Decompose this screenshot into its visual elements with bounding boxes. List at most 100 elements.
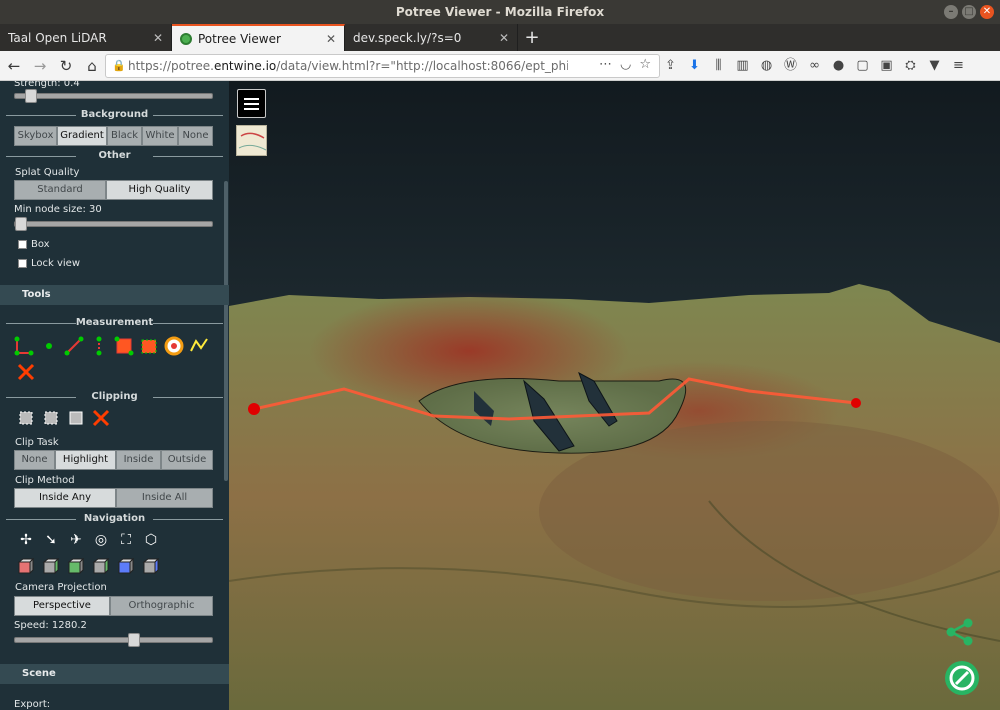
background-black-button[interactable]: Black: [107, 126, 142, 146]
clip-task-outside-button[interactable]: Outside: [161, 450, 213, 470]
orthographic-button[interactable]: Orthographic: [110, 596, 213, 616]
new-tab-button[interactable]: +: [518, 24, 546, 51]
orbit-controls-icon[interactable]: ◎: [91, 530, 111, 550]
clip-task-label: Clip Task: [15, 437, 59, 448]
box-checkbox[interactable]: Box: [18, 239, 50, 250]
back-view-icon[interactable]: [116, 557, 136, 577]
fly-controls-icon[interactable]: ➘: [41, 530, 61, 550]
volume-measure-icon[interactable]: [139, 336, 159, 356]
bookmark-star-icon[interactable]: ☆: [639, 57, 651, 72]
tab-taal-open-lidar[interactable]: Taal Open LiDAR ✕: [0, 24, 172, 51]
circle-measure-icon[interactable]: [164, 336, 184, 356]
reload-icon[interactable]: ↻: [54, 54, 78, 78]
selenium-icon[interactable]: ▣: [878, 54, 895, 78]
forward-icon[interactable]: →: [28, 54, 52, 78]
top-view-icon[interactable]: [66, 557, 86, 577]
clip-volume-icon[interactable]: [16, 408, 36, 428]
front-view-icon[interactable]: [41, 557, 61, 577]
sidebar-scrollbar[interactable]: [224, 181, 228, 481]
maximize-icon[interactable]: □: [962, 5, 976, 19]
sidebar-toggle-icon[interactable]: ▥: [734, 54, 751, 78]
filter-icon[interactable]: ▼: [926, 54, 943, 78]
background-skybox-button[interactable]: Skybox: [14, 126, 57, 146]
url-bar[interactable]: 🔒 https://potree.entwine.io/data/view.ht…: [105, 54, 660, 78]
clipping-tools: [16, 408, 111, 428]
tab-close-icon[interactable]: ✕: [499, 31, 509, 45]
clip-inside-any-button[interactable]: Inside Any: [14, 488, 116, 508]
library-icon[interactable]: ⫼: [710, 54, 727, 78]
tab-potree-viewer[interactable]: Potree Viewer ✕: [172, 24, 345, 51]
minimize-icon[interactable]: –: [944, 5, 958, 19]
point-measure-icon[interactable]: [39, 336, 59, 356]
view-presets: [16, 557, 161, 577]
lock-view-checkbox[interactable]: Lock view: [18, 258, 80, 269]
page-actions-icon[interactable]: ⋯: [599, 57, 612, 72]
tab-close-icon[interactable]: ✕: [153, 31, 163, 45]
speed-slider[interactable]: [14, 633, 213, 647]
remove-measurements-icon[interactable]: [16, 362, 36, 382]
background-none-button[interactable]: None: [178, 126, 213, 146]
clip-task-none-button[interactable]: None: [14, 450, 55, 470]
glasses-icon[interactable]: ∞: [806, 54, 823, 78]
angle-measure-icon[interactable]: [14, 336, 34, 356]
strength-slider[interactable]: [14, 89, 213, 103]
extension-icon[interactable]: ⛭: [902, 54, 919, 78]
clip-task-highlight-button[interactable]: Highlight: [55, 450, 116, 470]
splat-standard-button[interactable]: Standard: [14, 180, 106, 200]
tab-label: dev.speck.ly/?s=0: [353, 30, 462, 45]
back-icon[interactable]: ←: [2, 54, 26, 78]
potree-favicon-icon: [180, 32, 192, 45]
clip-task-inside-button[interactable]: Inside: [116, 450, 161, 470]
home-icon[interactable]: ⌂: [80, 54, 104, 78]
clip-polygon-icon[interactable]: [41, 408, 61, 428]
close-window-icon[interactable]: ✕: [980, 5, 994, 19]
account-icon[interactable]: ●: [830, 54, 847, 78]
upload-icon[interactable]: ⇪: [662, 54, 679, 78]
potree-logo-icon[interactable]: [943, 659, 981, 697]
hamburger-menu-icon[interactable]: ≡: [950, 54, 967, 78]
slider-handle[interactable]: [15, 217, 27, 231]
url-text: https://potree.entwine.io/data/view.html…: [128, 59, 568, 73]
earth-controls-icon[interactable]: ✢: [16, 530, 36, 550]
area-measure-icon[interactable]: [114, 336, 134, 356]
scene-panel-header[interactable]: Scene: [0, 664, 229, 684]
distance-measure-icon[interactable]: [64, 336, 84, 356]
map-toggle-icon[interactable]: [236, 125, 267, 156]
slider-handle[interactable]: [25, 89, 37, 103]
wordpress-icon[interactable]: Ⓦ: [782, 54, 799, 78]
globe-icon[interactable]: ◍: [758, 54, 775, 78]
navigation-cube-icon[interactable]: ⬡: [141, 530, 161, 550]
terrain-render[interactable]: [229, 81, 1000, 710]
remove-clipping-icon[interactable]: [91, 408, 111, 428]
pocket-icon[interactable]: ◡: [620, 57, 631, 72]
point-cloud-viewport[interactable]: [229, 81, 1000, 710]
screenshot-icon[interactable]: ▢: [854, 54, 871, 78]
splat-high-quality-button[interactable]: High Quality: [106, 180, 213, 200]
helicopter-controls-icon[interactable]: ✈: [66, 530, 86, 550]
min-node-size-label: Min node size: 30: [14, 204, 102, 215]
clip-screen-box-icon[interactable]: [66, 408, 86, 428]
background-white-button[interactable]: White: [142, 126, 178, 146]
measurement-tools: [14, 336, 209, 356]
height-measure-icon[interactable]: [89, 336, 109, 356]
download-icon[interactable]: ⬇: [686, 54, 703, 78]
perspective-button[interactable]: Perspective: [14, 596, 110, 616]
tab-close-icon[interactable]: ✕: [326, 32, 336, 46]
clip-inside-all-button[interactable]: Inside All: [116, 488, 213, 508]
bottom-view-icon[interactable]: [91, 557, 111, 577]
min-node-size-slider[interactable]: [14, 217, 213, 231]
left-view-icon[interactable]: [16, 557, 36, 577]
tools-panel-header[interactable]: Tools: [0, 285, 229, 305]
export-label: Export:: [14, 699, 51, 710]
checkbox-box[interactable]: [18, 259, 27, 268]
focus-icon[interactable]: ⛶: [116, 530, 136, 550]
share-icon[interactable]: [945, 617, 975, 647]
tab-label: Potree Viewer: [198, 31, 281, 46]
tab-speckly[interactable]: dev.speck.ly/?s=0 ✕: [345, 24, 518, 51]
checkbox-box[interactable]: [18, 240, 27, 249]
right-view-icon[interactable]: [141, 557, 161, 577]
background-gradient-button[interactable]: Gradient: [57, 126, 107, 146]
profile-measure-icon[interactable]: [189, 336, 209, 356]
slider-handle[interactable]: [128, 633, 140, 647]
menu-toggle-button[interactable]: [237, 89, 266, 118]
